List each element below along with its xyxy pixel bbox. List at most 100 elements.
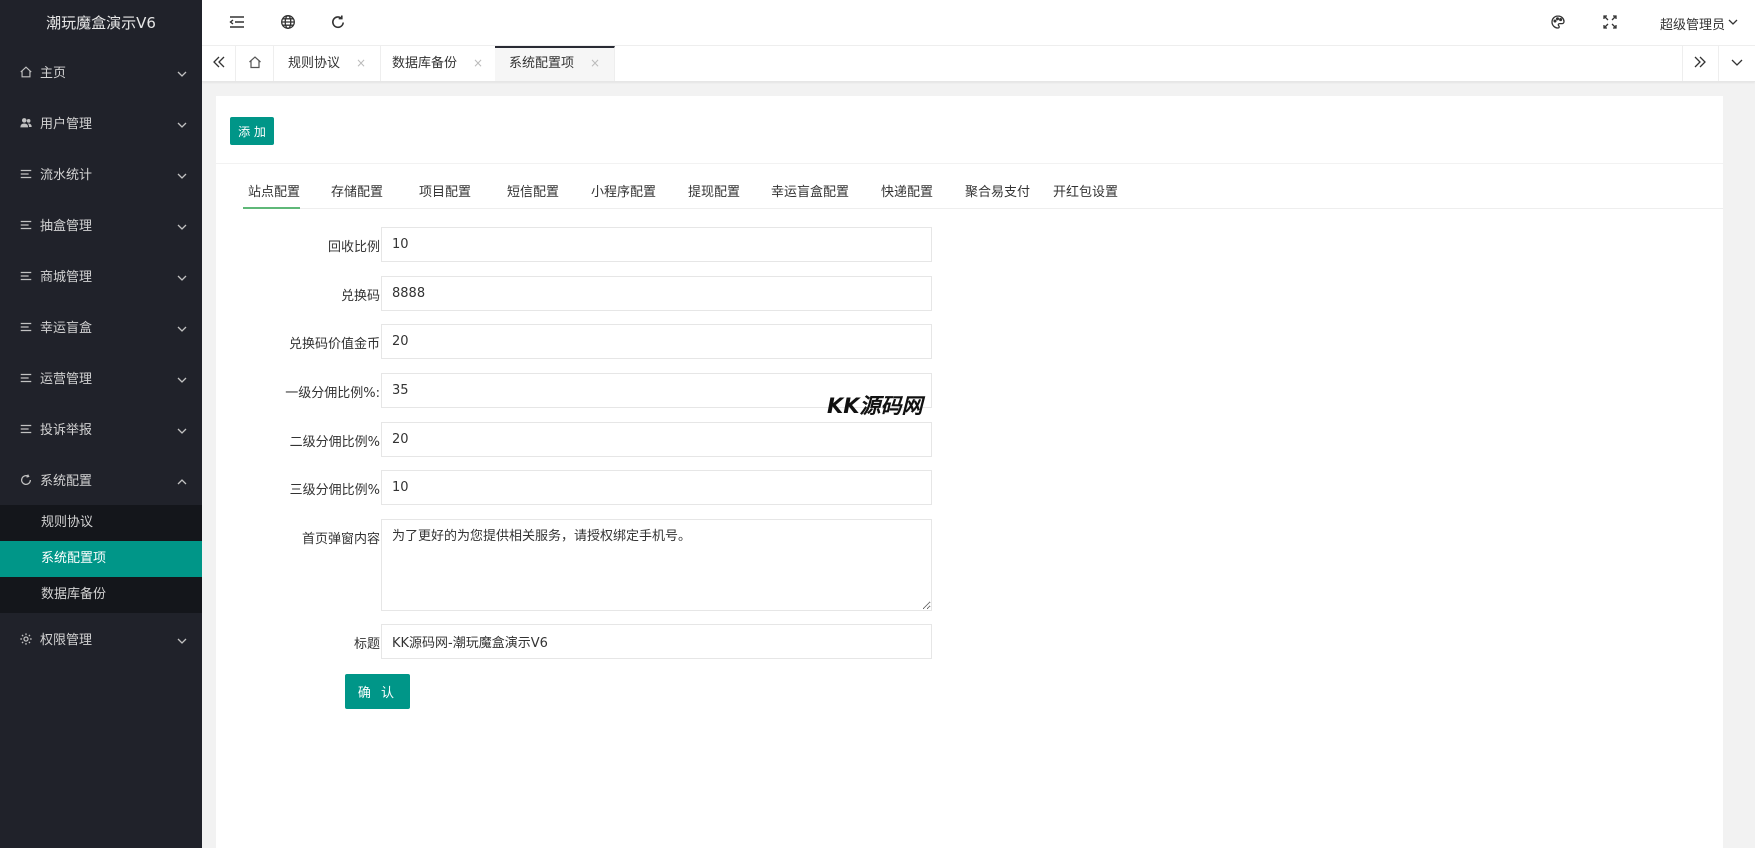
config-tab-storage[interactable]: 存储配置	[331, 181, 383, 209]
tab-rules[interactable]: 规则协议 ×	[274, 46, 382, 81]
close-icon[interactable]: ×	[473, 56, 483, 70]
tabs-scroll-left-button[interactable]	[202, 46, 236, 81]
popup-content-label: 首页弹窗内容	[301, 532, 380, 547]
config-tab-project[interactable]: 项目配置	[419, 181, 471, 209]
list-icon	[18, 370, 34, 386]
double-chevron-left-icon	[212, 55, 226, 73]
sync-icon	[18, 472, 34, 488]
config-tab-lucky-box[interactable]: 幸运盲盒配置	[771, 181, 849, 209]
chevron-down-icon	[176, 323, 188, 335]
config-tab-mini-program[interactable]: 小程序配置	[591, 181, 656, 209]
tabs-scroll-right-button[interactable]	[1682, 46, 1716, 81]
sidebar-item-system-config[interactable]: 系统配置	[0, 454, 202, 505]
tab-label: 规则协议	[288, 56, 341, 71]
home-icon	[248, 55, 262, 73]
title-input[interactable]	[381, 624, 932, 659]
list-icon	[18, 319, 34, 335]
sidebar-item-label: 抽盒管理	[40, 219, 93, 234]
config-tab-sms[interactable]: 短信配置	[507, 181, 559, 209]
config-tab-withdraw[interactable]: 提现配置	[688, 181, 740, 209]
tab-label: 系统配置项	[509, 56, 575, 71]
recycle-ratio-label: 回收比例	[327, 240, 380, 255]
chevron-down-icon	[1730, 55, 1744, 73]
redeem-code-value-input[interactable]	[381, 324, 932, 359]
sidebar: 潮玩魔盒演示V6 主页 用户管理 流水统计 抽盒管理 商城管理 幸运盲盒 运营管…	[0, 0, 202, 848]
sidebar-item-label: 幸运盲盒	[40, 321, 93, 336]
sidebar-item-label: 主页	[40, 66, 67, 81]
redeem-code-value-label: 兑换码价值金币	[288, 337, 380, 352]
chevron-down-icon	[176, 425, 188, 437]
sidebar-item-operations[interactable]: 运营管理	[0, 352, 202, 403]
sidebar-item-mall[interactable]: 商城管理	[0, 250, 202, 301]
sidebar-item-complaints[interactable]: 投诉举报	[0, 403, 202, 454]
redeem-code-input[interactable]	[381, 276, 932, 311]
user-name: 超级管理员	[1659, 18, 1725, 33]
tabs-dropdown-button[interactable]	[1718, 46, 1755, 81]
sidebar-item-label: 权限管理	[40, 633, 93, 648]
list-icon	[18, 217, 34, 233]
refresh-icon[interactable]	[330, 14, 348, 32]
config-tab-express[interactable]: 快递配置	[881, 181, 933, 209]
tab-system-config-items[interactable]: 系统配置项 ×	[495, 46, 616, 81]
chevron-down-icon	[176, 68, 188, 80]
add-button[interactable]: 添 加	[230, 117, 274, 145]
sidebar-item-flow-stats[interactable]: 流水统计	[0, 148, 202, 199]
sidebar-item-home[interactable]: 主页	[0, 46, 202, 97]
sidebar-item-label: 投诉举报	[40, 423, 93, 438]
theme-icon[interactable]	[1550, 14, 1568, 32]
chevron-down-icon	[1725, 16, 1739, 32]
popup-content-textarea[interactable]: 为了更好的为您提供相关服务，请授权绑定手机号。	[381, 519, 932, 611]
app-logo-title: 潮玩魔盒演示V6	[0, 0, 202, 46]
double-chevron-right-icon	[1693, 55, 1707, 73]
sidebar-subitem-db-backup[interactable]: 数据库备份	[0, 577, 202, 613]
close-icon[interactable]: ×	[356, 56, 366, 70]
config-tab-epay[interactable]: 聚合易支付	[965, 181, 1030, 209]
sidebar-subitem-system-config-items[interactable]: 系统配置项	[0, 541, 202, 577]
level3-commission-input[interactable]	[381, 470, 932, 505]
main-content: 添 加 站点配置 存储配置 项目配置 短信配置 小程序配置 提现配置 幸运盲盒配…	[216, 96, 1723, 848]
tab-label: 数据库备份	[392, 56, 458, 71]
title-label: 标题	[353, 637, 380, 652]
globe-icon[interactable]	[280, 14, 298, 32]
tab-db-backup[interactable]: 数据库备份 ×	[378, 46, 499, 81]
redeem-code-label: 兑换码	[340, 289, 380, 304]
config-tab-red-packet[interactable]: 开红包设置	[1053, 181, 1118, 209]
user-menu[interactable]: 超级管理员	[1660, 14, 1739, 33]
sidebar-submenu: 规则协议 系统配置项 数据库备份	[0, 505, 202, 613]
sidebar-item-permissions[interactable]: 权限管理	[0, 613, 202, 664]
level2-commission-input[interactable]	[381, 422, 932, 457]
close-icon[interactable]: ×	[590, 56, 600, 70]
sidebar-item-users[interactable]: 用户管理	[0, 97, 202, 148]
sidebar-item-lucky-box[interactable]: 幸运盲盒	[0, 301, 202, 352]
tab-home[interactable]	[236, 46, 274, 81]
chevron-down-icon	[176, 374, 188, 386]
divider	[216, 163, 1723, 164]
gear-icon	[18, 631, 34, 647]
level1-commission-label: 一级分佣比例%:	[285, 386, 380, 401]
sidebar-item-label: 流水统计	[40, 168, 93, 183]
list-icon	[18, 166, 34, 182]
config-tab-site[interactable]: 站点配置	[243, 181, 300, 209]
sidebar-subitem-rules[interactable]: 规则协议	[0, 505, 202, 541]
chevron-down-icon	[176, 170, 188, 182]
watermark-text: KK源码网	[827, 394, 923, 418]
sidebar-item-box-draw[interactable]: 抽盒管理	[0, 199, 202, 250]
sidebar-item-label: 运营管理	[40, 372, 93, 387]
page-tabs-bar: 规则协议 × 数据库备份 × 系统配置项 ×	[202, 46, 1755, 82]
level2-commission-label: 二级分佣比例%	[289, 435, 380, 450]
fullscreen-icon[interactable]	[1602, 14, 1620, 32]
top-header: 超级管理员	[202, 0, 1755, 46]
chevron-down-icon	[176, 272, 188, 284]
config-tabs: 站点配置 存储配置 项目配置 短信配置 小程序配置 提现配置 幸运盲盒配置 快递…	[243, 181, 1723, 209]
confirm-button[interactable]: 确 认	[345, 674, 410, 709]
chevron-down-icon	[176, 119, 188, 131]
chevron-up-icon	[176, 476, 188, 488]
list-icon	[18, 268, 34, 284]
menu-collapse-icon[interactable]	[229, 14, 247, 32]
recycle-ratio-input[interactable]	[381, 227, 932, 262]
chevron-down-icon	[176, 221, 188, 233]
sidebar-item-label: 系统配置	[40, 474, 93, 489]
home-icon	[18, 64, 34, 80]
chevron-down-icon	[176, 635, 188, 647]
level3-commission-label: 三级分佣比例%	[289, 483, 380, 498]
